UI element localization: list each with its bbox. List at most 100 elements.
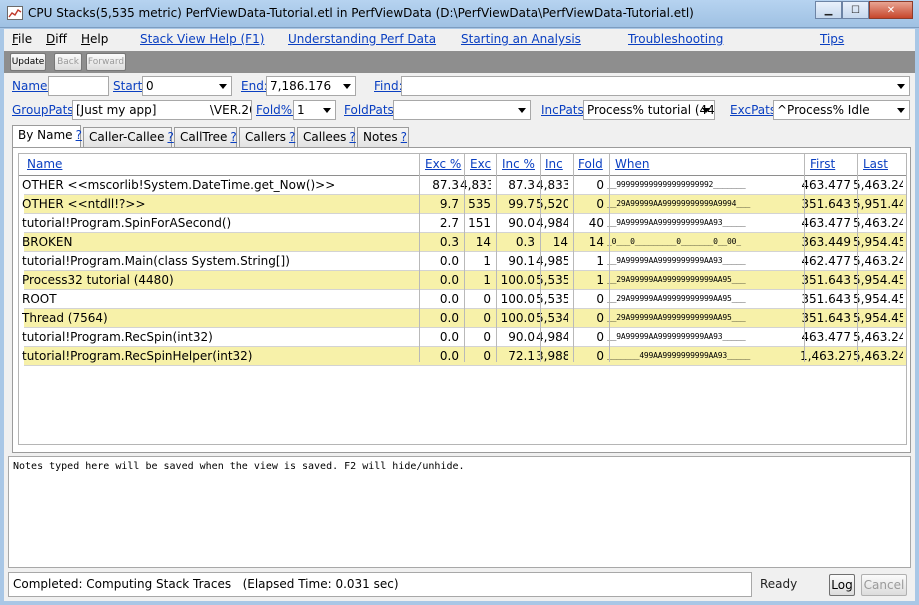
cell-inc-percent[interactable]: 72.1 <box>492 347 535 365</box>
cell-last[interactable]: 5,951.440 <box>853 195 903 213</box>
cell-fold[interactable]: 14 <box>569 233 604 251</box>
cell-first[interactable]: 351.643 <box>800 309 851 327</box>
cell-name[interactable]: tutorial!Program.RecSpin(int32) <box>22 328 412 346</box>
table-row[interactable]: tutorial!Program.SpinForASecond() 2.7 151 9… <box>22 214 906 233</box>
tab-caller-callee[interactable]: Caller-Callee? <box>83 127 174 147</box>
cell-first[interactable]: 351.643 <box>800 271 851 289</box>
table-row[interactable]: Thread (7564) 0.0 0 100.0 5,534 0 __29A99999AA… <box>22 309 906 328</box>
cell-fold[interactable]: 0 <box>569 290 604 308</box>
cancel-button[interactable]: Cancel <box>861 574 907 596</box>
cell-first[interactable]: 462.477 <box>800 252 851 270</box>
cell-exc-percent[interactable]: 2.7 <box>415 214 459 232</box>
cell-when[interactable]: __29A99999AA99999999999AA95___ <box>607 271 799 289</box>
cell-last[interactable]: 5,463.248 <box>853 176 903 194</box>
cell-first[interactable]: 351.643 <box>800 290 851 308</box>
table-row[interactable]: BROKEN 0.3 14 0.3 14 14 _0___0_________0______… <box>22 233 906 252</box>
column-header-inc-percent[interactable]: Inc % <box>502 157 535 171</box>
tab-notes-help-link[interactable]: ? <box>401 130 407 144</box>
cell-last[interactable]: 5,954.452 <box>853 271 903 289</box>
cell-inc-percent[interactable]: 90.0 <box>492 328 535 346</box>
cell-when[interactable]: __29A99999AA99999999999AA95___ <box>607 309 799 327</box>
foldpats-label[interactable]: FoldPats: <box>344 103 398 117</box>
table-row[interactable]: OTHER <<ntdll!?>> 9.7 535 99.7 5,520 0 __29A99… <box>22 195 906 214</box>
find-combo[interactable] <box>401 76 910 96</box>
cell-when[interactable]: _0___0_________0_______0__00_ <box>607 233 799 251</box>
cell-last[interactable]: 5,463.248 <box>853 252 903 270</box>
cell-fold[interactable]: 40 <box>569 214 604 232</box>
cell-exc-percent[interactable]: 0.0 <box>415 328 459 346</box>
fold-dropdown-arrow-icon[interactable] <box>323 108 331 113</box>
column-header-name[interactable]: Name <box>27 157 62 171</box>
column-header-fold[interactable]: Fold <box>578 157 603 171</box>
link-starting-an-analysis[interactable]: Starting an Analysis <box>461 32 581 46</box>
column-header-when[interactable]: When <box>615 157 649 171</box>
cell-inc-percent[interactable]: 99.7 <box>492 195 535 213</box>
tab-callers[interactable]: Callers? <box>239 127 295 147</box>
column-divider[interactable] <box>573 154 574 362</box>
forward-button[interactable]: Forward <box>86 53 126 71</box>
cell-last[interactable]: 5,463.248 <box>853 328 903 346</box>
cell-inc-percent[interactable]: 87.3 <box>492 176 535 194</box>
incpats-dropdown-arrow-icon[interactable] <box>702 108 710 113</box>
tab-notes[interactable]: Notes? <box>357 127 409 147</box>
cell-fold[interactable]: 1 <box>569 271 604 289</box>
column-divider[interactable] <box>419 154 420 362</box>
cell-exc-percent[interactable]: 0.0 <box>415 290 459 308</box>
cell-inc-percent[interactable]: 0.3 <box>492 233 535 251</box>
cell-name[interactable]: tutorial!Program.SpinForASecond() <box>22 214 412 232</box>
cell-first[interactable]: 363.449 <box>800 233 851 251</box>
incpats-combo[interactable]: Process% tutorial (44 <box>583 100 715 120</box>
incpats-label[interactable]: IncPats: <box>541 103 588 117</box>
cell-fold[interactable]: 1 <box>569 252 604 270</box>
cell-last[interactable]: 5,954.452 <box>853 290 903 308</box>
name-input[interactable] <box>48 76 109 96</box>
column-divider[interactable] <box>464 154 465 362</box>
cell-inc-percent[interactable]: 100.0 <box>492 290 535 308</box>
cell-when[interactable]: __999999999999999999992_______ <box>607 176 799 194</box>
cell-exc-percent[interactable]: 9.7 <box>415 195 459 213</box>
cell-last[interactable]: 5,463.248 <box>853 214 903 232</box>
start-dropdown-arrow-icon[interactable] <box>219 84 227 89</box>
cell-when[interactable]: __29A99999AA99999999999A9994___ <box>607 195 799 213</box>
name-label[interactable]: Name: <box>12 79 51 93</box>
find-label[interactable]: Find: <box>374 79 403 93</box>
column-divider[interactable] <box>857 154 858 362</box>
cell-last[interactable]: 5,954.452 <box>853 233 903 251</box>
cell-name[interactable]: OTHER <<ntdll!?>> <box>22 195 412 213</box>
cell-when[interactable]: __9A99999AA9999999999AA93_____ <box>607 252 799 270</box>
cell-name[interactable]: tutorial!Program.Main(class System.Strin… <box>22 252 412 270</box>
close-button[interactable]: ✕ <box>869 1 913 19</box>
notes-textarea[interactable]: Notes typed here will be saved when the … <box>8 456 911 568</box>
cell-when[interactable]: __29A99999AA99999999999AA95___ <box>607 290 799 308</box>
cell-first[interactable]: 463.477 <box>800 328 851 346</box>
menu-help[interactable]: Help <box>81 32 108 46</box>
fold-percent-label[interactable]: Fold%: <box>256 103 296 117</box>
cell-when[interactable]: _______499AA9999999999AA93_____ <box>607 347 799 365</box>
table-row[interactable]: tutorial!Program.Main(class System.Strin… <box>22 252 906 271</box>
maximize-button[interactable]: ☐ <box>842 1 869 19</box>
start-combo[interactable]: 0 <box>142 76 232 96</box>
cell-fold[interactable]: 0 <box>569 309 604 327</box>
tab-calltree-help-link[interactable]: ? <box>230 130 236 144</box>
cell-name[interactable]: Process32 tutorial (4480) <box>22 271 412 289</box>
link-stack-view-help[interactable]: Stack View Help (F1) <box>140 32 264 46</box>
tab-callees-help-link[interactable]: ? <box>349 130 355 144</box>
tab-by-name[interactable]: By Name? <box>12 125 82 147</box>
cell-name[interactable]: Thread (7564) <box>22 309 412 327</box>
menu-diff[interactable]: Diff <box>46 32 67 46</box>
back-button[interactable]: Back <box>54 53 82 71</box>
end-combo[interactable]: 7,186.176 <box>266 76 356 96</box>
log-button[interactable]: Log <box>829 574 855 596</box>
link-troubleshooting[interactable]: Troubleshooting <box>628 32 723 46</box>
cell-exc-percent[interactable]: 0.3 <box>415 233 459 251</box>
find-dropdown-arrow-icon[interactable] <box>897 84 905 89</box>
cell-inc-percent[interactable]: 100.0 <box>492 309 535 327</box>
excpats-combo[interactable]: ^Process% Idle <box>773 100 910 120</box>
tab-calltree[interactable]: CallTree? <box>174 127 237 147</box>
cell-exc-percent[interactable]: 87.3 <box>415 176 459 194</box>
tab-by-name-help-link[interactable]: ? <box>76 128 82 142</box>
cell-last[interactable]: 5,954.452 <box>853 309 903 327</box>
cell-name[interactable]: ROOT <box>22 290 412 308</box>
cell-fold[interactable]: 0 <box>569 347 604 365</box>
minimize-button[interactable]: ▁ <box>815 1 842 19</box>
